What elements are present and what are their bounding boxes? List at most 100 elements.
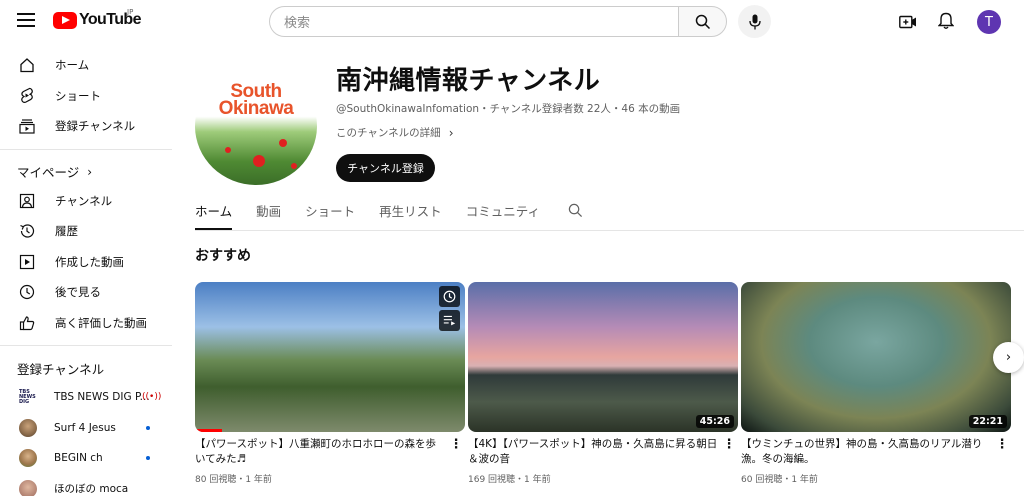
carousel-next-button[interactable]: › bbox=[993, 342, 1024, 373]
voice-search-button[interactable] bbox=[738, 5, 771, 38]
account-avatar[interactable]: T bbox=[977, 10, 1001, 34]
subscription-name: ほのぼの moca bbox=[54, 483, 129, 496]
subscription-item-surf4jesus[interactable]: Surf 4 Jesus bbox=[0, 413, 172, 444]
hibiscus-flower bbox=[279, 139, 287, 147]
sidebar-mypage-heading[interactable]: マイページ › bbox=[0, 158, 172, 186]
sidebar-item-label: 履歴 bbox=[55, 224, 78, 239]
add-to-queue-icon[interactable] bbox=[439, 310, 460, 331]
subscription-name: BEGIN ch bbox=[54, 452, 103, 465]
subscription-item-honobono[interactable]: ほのぼの moca bbox=[0, 474, 172, 496]
channel-search-icon[interactable] bbox=[568, 197, 583, 230]
subscribe-button[interactable]: チャンネル登録 bbox=[336, 154, 435, 182]
subscription-name: Surf 4 Jesus bbox=[54, 421, 116, 434]
logo-region: JP bbox=[127, 8, 134, 16]
channel-meta: @SouthOkinawaInfomation・チャンネル登録者数 22人・46… bbox=[336, 103, 681, 115]
youtube-play-icon bbox=[53, 11, 77, 29]
sidebar-divider bbox=[0, 148, 172, 150]
video-title[interactable]: 【ウミンチュの世界】神の島・久高島のリアル潜り漁。冬の海編。 bbox=[741, 437, 991, 467]
subscription-item-begin[interactable]: BEGIN ch bbox=[0, 443, 172, 474]
video-thumbnail[interactable]: 45:26 bbox=[468, 282, 738, 432]
search-button[interactable] bbox=[678, 6, 727, 37]
more-options-icon[interactable]: ⋮ bbox=[450, 436, 463, 452]
watch-later-icon[interactable] bbox=[439, 286, 460, 307]
tab-home[interactable]: ホーム bbox=[195, 197, 233, 230]
sidebar-item-label: 高く評価した動画 bbox=[55, 315, 147, 330]
youtube-logo[interactable]: YouTube JP bbox=[53, 8, 141, 29]
video-meta: 60 回視聴・1 年前 bbox=[741, 475, 818, 485]
channel-avatar bbox=[19, 449, 37, 468]
history-icon bbox=[19, 223, 35, 239]
channel-tabs: ホーム 動画 ショート 再生リスト コミュニティ bbox=[195, 197, 583, 230]
live-icon: ((•)) bbox=[142, 392, 162, 403]
hibiscus-flower bbox=[291, 163, 297, 169]
sidebar-item-your-videos[interactable]: 作成した動画 bbox=[0, 247, 172, 278]
notifications-button[interactable] bbox=[935, 10, 957, 32]
sidebar-item-label: ショート bbox=[55, 88, 101, 103]
sidebar-item-history[interactable]: 履歴 bbox=[0, 216, 172, 247]
video-duration: 22:21 bbox=[968, 415, 1007, 428]
channel-title: 南沖縄情報チャンネル bbox=[336, 66, 601, 96]
hibiscus-flower bbox=[225, 147, 231, 153]
subscriptions-icon bbox=[19, 118, 35, 134]
video-thumbnail[interactable] bbox=[195, 282, 465, 432]
channel-avatar-large: South Okinawa bbox=[195, 67, 317, 185]
top-bar: YouTube JP 検索 T bbox=[0, 0, 1024, 42]
chevron-right-icon: › bbox=[448, 125, 454, 140]
section-title: おすすめ bbox=[195, 248, 251, 264]
video-meta: 80 回視聴・1 年前 bbox=[195, 475, 272, 485]
video-title[interactable]: 【4K】【パワースポット】神の島・久高島に昇る朝日＆波の音 bbox=[468, 437, 718, 467]
new-content-dot bbox=[146, 456, 150, 461]
video-add-icon bbox=[899, 15, 916, 29]
watch-later-icon bbox=[19, 284, 35, 300]
tbs-logo-text: TBS NEWS DIG bbox=[19, 388, 36, 405]
tab-community[interactable]: コミュニティ bbox=[466, 197, 540, 230]
sidebar-heading-label: 登録チャンネル bbox=[17, 361, 105, 377]
channel-avatar: TBS NEWS DIG bbox=[19, 388, 37, 407]
sidebar-item-watch-later[interactable]: 後で見る bbox=[0, 277, 172, 308]
mic-icon bbox=[748, 14, 761, 29]
sidebar-item-label: 作成した動画 bbox=[55, 254, 124, 269]
tab-shorts[interactable]: ショート bbox=[305, 197, 355, 230]
avatar-brand-line-2: Okinawa bbox=[218, 98, 294, 119]
video-card[interactable]: 22:21 【ウミンチュの世界】神の島・久高島のリアル潜り漁。冬の海編。 60 … bbox=[741, 282, 1011, 485]
sidebar-item-home[interactable]: ホーム bbox=[0, 50, 172, 81]
channel-details-label: このチャンネルの詳細 bbox=[336, 127, 441, 139]
video-thumbnail[interactable]: 22:21 bbox=[741, 282, 1011, 432]
home-icon bbox=[19, 57, 35, 73]
sidebar-item-channel[interactable]: チャンネル bbox=[0, 186, 172, 217]
sidebar-item-shorts[interactable]: ショート bbox=[0, 81, 172, 112]
bell-icon bbox=[938, 12, 954, 29]
shorts-icon bbox=[19, 88, 35, 104]
create-button[interactable] bbox=[897, 11, 919, 33]
more-options-icon[interactable]: ⋮ bbox=[723, 436, 736, 452]
sidebar-item-liked[interactable]: 高く評価した動画 bbox=[0, 308, 172, 339]
video-card[interactable]: 45:26 【4K】【パワースポット】神の島・久高島に昇る朝日＆波の音 169 … bbox=[468, 282, 738, 485]
subscription-item-tbs[interactable]: TBS NEWS DIG TBS NEWS DIG P... ((•)) bbox=[0, 382, 172, 413]
channel-details-link[interactable]: このチャンネルの詳細 › bbox=[336, 125, 454, 140]
search-input[interactable]: 検索 bbox=[269, 6, 679, 37]
hibiscus-flower bbox=[253, 155, 265, 167]
video-title[interactable]: 【パワースポット】八重瀬町のホロホローの森を歩いてみた♬ bbox=[195, 437, 445, 467]
sidebar-item-subscriptions[interactable]: 登録チャンネル bbox=[0, 111, 172, 142]
video-duration: 45:26 bbox=[695, 415, 734, 428]
video-card[interactable]: 【パワースポット】八重瀬町のホロホローの森を歩いてみた♬ 80 回視聴・1 年前… bbox=[195, 282, 465, 485]
tab-videos[interactable]: 動画 bbox=[256, 197, 281, 230]
sidebar-divider bbox=[0, 345, 172, 346]
new-content-dot bbox=[146, 425, 150, 430]
menu-icon[interactable] bbox=[17, 13, 35, 27]
sidebar-item-label: 後で見る bbox=[55, 285, 101, 300]
tabs-divider bbox=[195, 230, 1024, 231]
channel-avatar bbox=[19, 418, 37, 437]
sidebar-item-label: チャンネル bbox=[55, 193, 113, 208]
chevron-right-icon: › bbox=[1005, 350, 1012, 365]
sidebar: ホーム ショート 登録チャンネル マイページ › チャンネル 履歴 作成した動画… bbox=[0, 50, 172, 496]
sidebar-heading-label: マイページ bbox=[17, 165, 80, 180]
sidebar-item-label: 登録チャンネル bbox=[55, 119, 136, 134]
channel-avatar bbox=[19, 479, 37, 496]
watch-progress-bar bbox=[195, 429, 222, 432]
tab-playlists[interactable]: 再生リスト bbox=[379, 197, 442, 230]
video-meta: 169 回視聴・1 年前 bbox=[468, 475, 551, 485]
more-options-icon[interactable]: ⋮ bbox=[996, 436, 1009, 452]
sidebar-subscriptions-heading: 登録チャンネル bbox=[0, 354, 172, 382]
search-icon bbox=[695, 14, 710, 29]
